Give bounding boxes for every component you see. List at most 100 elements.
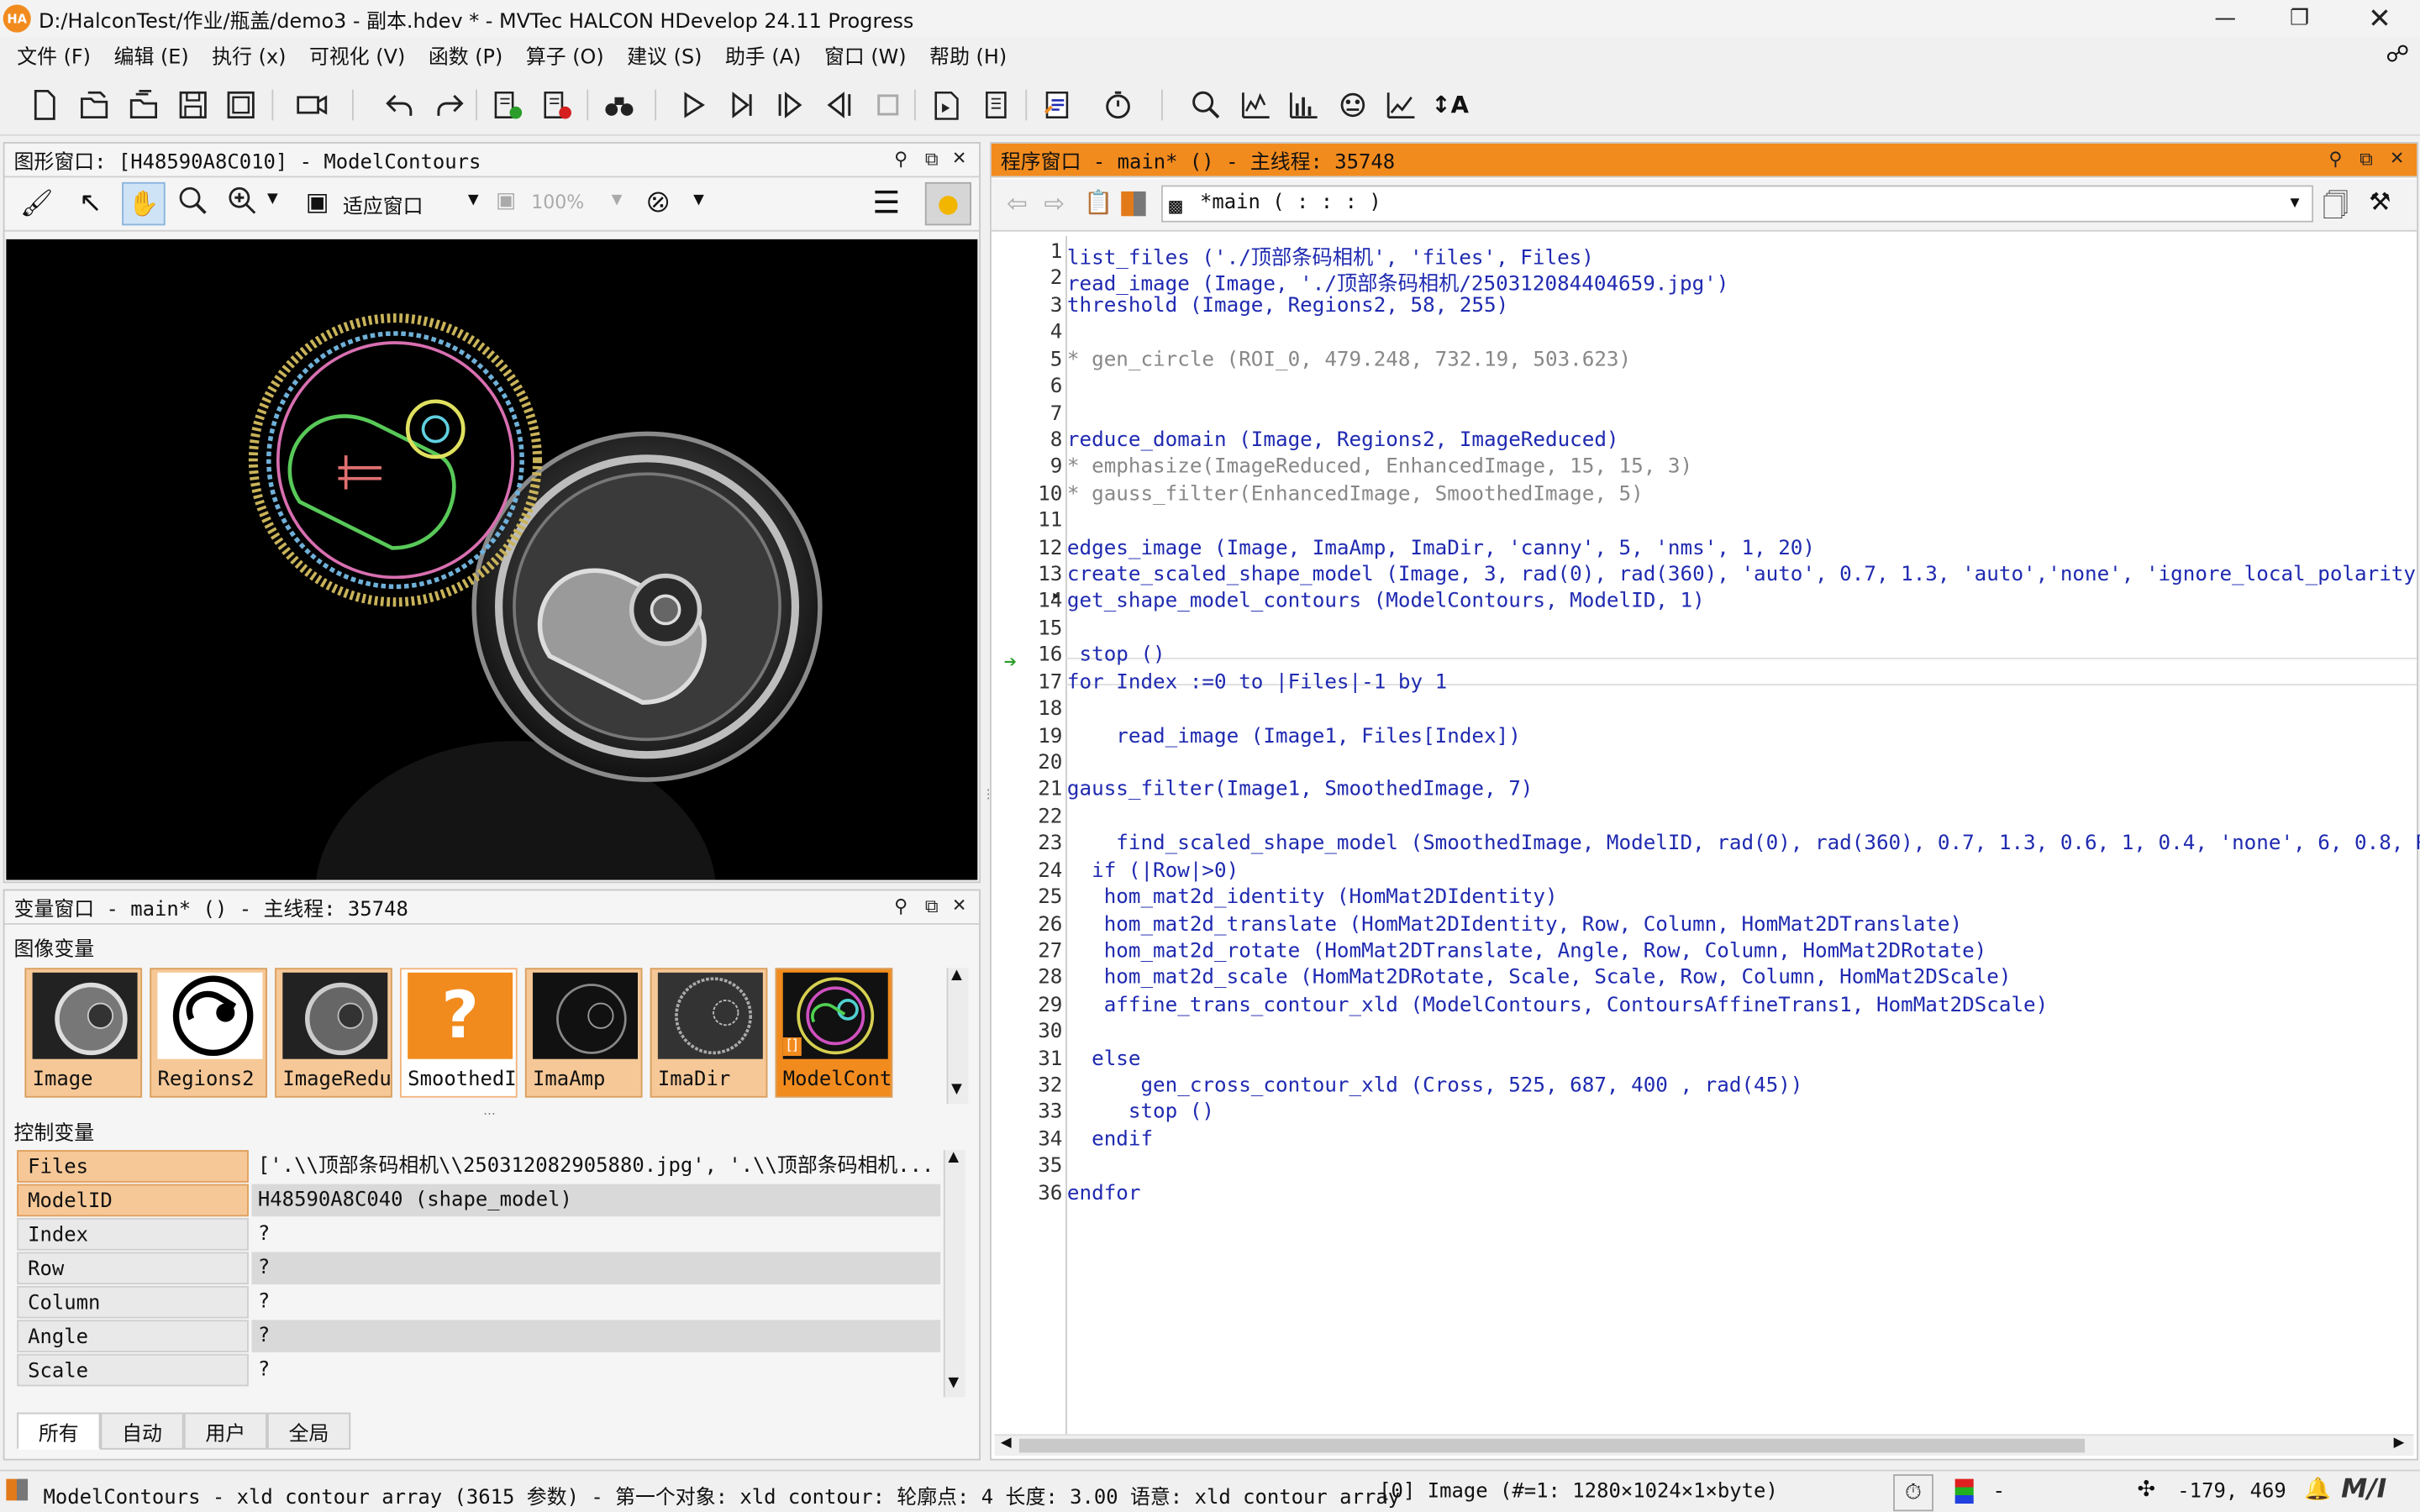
scroll-right-icon[interactable]: ▶ — [2394, 1436, 2405, 1451]
scroll-up-icon[interactable]: ▲ — [948, 1150, 959, 1165]
control-var-row[interactable]: Row ? — [17, 1252, 941, 1285]
control-vars-scrollbar[interactable]: ▲ ▼ — [943, 1150, 965, 1398]
clipboard-icon[interactable]: 📋 — [1084, 188, 1113, 216]
code-line[interactable]: else — [1067, 1047, 1140, 1071]
code-line[interactable]: * gauss_filter(EnhancedImage, SmoothedIm… — [1067, 483, 1644, 507]
timer-icon[interactable]: ⏱ — [1893, 1474, 1933, 1512]
code-line[interactable]: create_scaled_shape_model (Image, 3, rad… — [1067, 564, 2420, 587]
image-var-thumb[interactable]: ImaAmp — [524, 968, 643, 1098]
image-var-thumb-selected[interactable]: [] ModelConto — [775, 968, 893, 1098]
menu-edit[interactable]: 编辑 (E) — [114, 39, 189, 69]
procedure-grid-icon[interactable] — [1121, 191, 1146, 217]
find-binoculars-icon[interactable] — [599, 87, 639, 123]
image-acquisition-icon[interactable] — [292, 87, 332, 123]
code-line[interactable]: stop () — [1067, 1101, 1214, 1125]
open-recent-icon[interactable] — [124, 87, 164, 123]
code-line[interactable]: affine_trans_contour_xld (ModelContours,… — [1067, 994, 2049, 1017]
vertical-splitter-handle[interactable]: ⋮ — [982, 787, 995, 818]
line-profile-icon[interactable] — [1381, 87, 1421, 123]
pin-icon[interactable]: ⚲ — [894, 148, 908, 170]
menu-operators[interactable]: 算子 (O) — [526, 39, 604, 69]
undo-icon[interactable] — [380, 87, 420, 123]
timer-icon[interactable] — [1098, 87, 1139, 123]
save-icon[interactable] — [173, 87, 213, 123]
float-window-icon[interactable]: ⧉ — [925, 895, 939, 919]
layers-icon[interactable]: ☰ — [872, 184, 900, 221]
back-arrow-icon[interactable]: ⇦ — [1007, 188, 1028, 218]
feature-histogram-icon[interactable] — [1283, 87, 1323, 123]
code-line[interactable]: endif — [1067, 1128, 1153, 1152]
hints-bulb-icon[interactable]: ● — [924, 181, 971, 226]
code-line[interactable]: endfor — [1067, 1182, 1141, 1205]
draw-mode-dropdown-icon[interactable]: ▼ — [693, 193, 704, 208]
float-window-icon[interactable]: ⧉ — [925, 148, 939, 171]
step-into-icon[interactable] — [771, 87, 811, 123]
menu-file[interactable]: 文件 (F) — [17, 39, 91, 69]
code-line[interactable]: hom_mat2d_identity (HomMat2DIdentity) — [1067, 886, 1558, 910]
menu-visualize[interactable]: 可视化 (V) — [309, 39, 405, 69]
feedback-icon[interactable]: ☍ — [2386, 40, 2409, 68]
tab-user[interactable]: 用户 — [183, 1412, 267, 1450]
maximize-button[interactable]: ❐ — [2264, 0, 2335, 37]
menu-help[interactable]: 帮助 (H) — [929, 39, 1007, 69]
minimize-button[interactable]: — — [2190, 0, 2261, 37]
notification-bell-icon[interactable]: 🔔 — [2304, 1478, 2331, 1502]
stop-icon[interactable] — [868, 87, 908, 123]
feature-inspection-icon[interactable] — [1333, 87, 1373, 123]
fit-window-label[interactable]: 适应窗口 — [343, 190, 424, 219]
profiler-icon[interactable] — [1038, 87, 1078, 123]
image-var-thumb[interactable]: ImaDir — [650, 968, 768, 1098]
close-button[interactable]: ✕ — [2344, 0, 2416, 37]
scrollbar-thumb[interactable] — [1018, 1438, 2086, 1453]
pin-icon[interactable]: ⚲ — [894, 895, 908, 917]
code-line[interactable]: hom_mat2d_scale (HomMat2DRotate, Scale, … — [1067, 967, 2012, 990]
tab-auto[interactable]: 自动 — [100, 1412, 184, 1450]
code-horizontal-scrollbar[interactable]: ◀ ▶ — [994, 1434, 2414, 1457]
code-line[interactable]: gauss_filter(Image1, SmoothedImage, 7) — [1067, 779, 1533, 802]
scroll-down-icon[interactable]: ▼ — [951, 1082, 962, 1097]
fit-dropdown-icon[interactable]: ▼ — [468, 193, 479, 208]
program-listing-icon[interactable] — [976, 87, 1016, 123]
zoom-window-icon[interactable] — [1186, 87, 1226, 123]
menu-execute[interactable]: 执行 (x) — [212, 39, 286, 69]
open-file-icon[interactable] — [74, 87, 114, 123]
code-line[interactable]: read_image (Image, './顶部条码相机/25031208440… — [1067, 268, 1728, 297]
forward-arrow-icon[interactable]: ⇨ — [1044, 188, 1065, 218]
scroll-down-icon[interactable]: ▼ — [948, 1375, 959, 1390]
menu-procedures[interactable]: 函数 (P) — [429, 39, 502, 69]
gray-histogram-icon[interactable] — [1235, 87, 1276, 123]
code-line[interactable]: * emphasize(ImageReduced, EnhancedImage,… — [1067, 456, 1692, 480]
menu-assistants[interactable]: 助手 (A) — [725, 39, 801, 69]
control-var-row[interactable]: ModelID H48590A8C040 (shape_model) — [17, 1184, 941, 1218]
code-line[interactable]: list_files ('./顶部条码相机', 'files', Files) — [1067, 241, 1594, 270]
pan-hand-icon[interactable]: ✋ — [122, 181, 166, 226]
close-panel-icon[interactable]: ✕ — [2391, 145, 2404, 170]
scroll-left-icon[interactable]: ◀ — [1001, 1436, 1012, 1451]
control-var-row[interactable]: Scale ? — [17, 1353, 940, 1388]
code-line[interactable]: read_image (Image1, Files[Index]) — [1067, 725, 1521, 748]
menu-suggestions[interactable]: 建议 (S) — [627, 39, 702, 69]
zoom-dropdown-icon[interactable]: ▼ — [267, 192, 278, 207]
control-var-row[interactable]: Column ? — [17, 1285, 940, 1320]
image-var-thumb[interactable]: Regions2 — [150, 968, 267, 1098]
scroll-up-icon[interactable]: ▲ — [951, 968, 962, 983]
clear-brush-icon[interactable]: 🖌 — [20, 188, 54, 219]
float-window-icon[interactable]: ⧉ — [2360, 148, 2373, 171]
code-line[interactable]: * gen_circle (ROI_0, 479.248, 732.19, 50… — [1067, 349, 1631, 372]
new-file-icon[interactable] — [24, 87, 65, 123]
code-line[interactable]: gen_cross_contour_xld (Cross, 525, 687, … — [1067, 1074, 1802, 1098]
code-line[interactable]: threshold (Image, Regions2, 58, 255) — [1067, 295, 1508, 318]
code-line[interactable]: hom_mat2d_rotate (HomMat2DTranslate, Ang… — [1067, 940, 1987, 963]
code-line[interactable]: stop () — [1067, 644, 1165, 668]
tab-all[interactable]: 所有 — [17, 1412, 101, 1450]
tab-global[interactable]: 全局 — [266, 1412, 351, 1450]
save-all-icon[interactable] — [221, 87, 261, 123]
draw-mode-icon[interactable]: ⦼ — [647, 186, 669, 219]
procedure-select[interactable]: ▩ *main ( : : : ) ▼ — [1161, 185, 2314, 223]
close-panel-icon[interactable]: ✕ — [953, 892, 966, 916]
code-line[interactable]: get_shape_model_contours (ModelContours,… — [1067, 591, 1705, 614]
code-line[interactable]: hom_mat2d_translate (HomMat2DIdentity, R… — [1067, 913, 1962, 937]
run-icon[interactable] — [673, 87, 713, 123]
code-line[interactable]: edges_image (Image, ImaAmp, ImaDir, 'can… — [1067, 537, 1815, 560]
zoom-in-icon[interactable] — [227, 186, 258, 223]
